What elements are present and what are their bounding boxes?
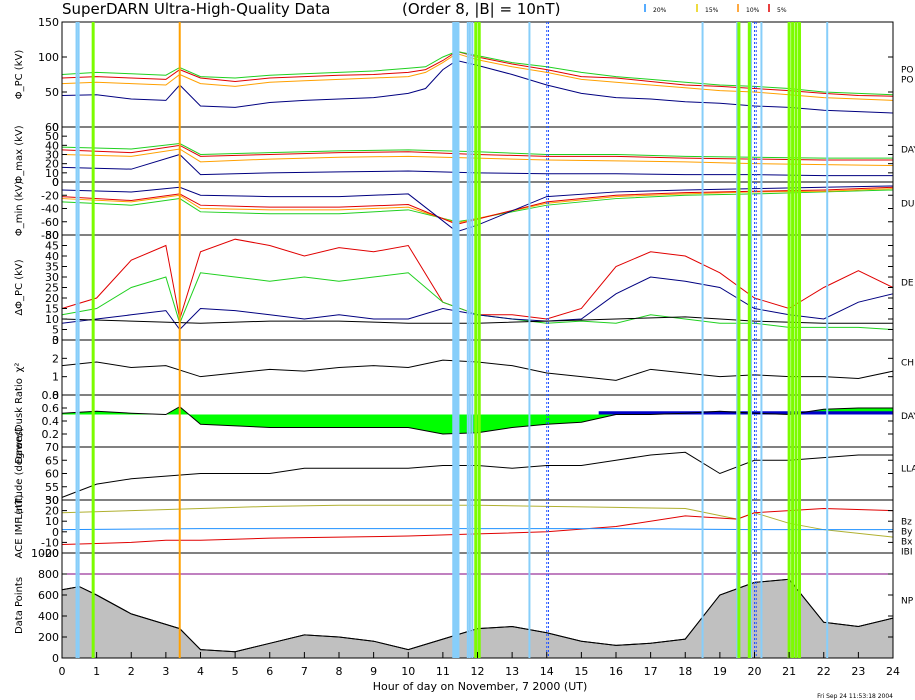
y-axis-label: Φ_max (kV)	[14, 125, 25, 183]
y-tick-label: 0.2	[42, 428, 60, 441]
y-tick-label: 150	[38, 16, 59, 29]
right-label: LLA	[901, 465, 915, 475]
x-tick-label: 20	[748, 665, 762, 678]
x-tick-label: 22	[817, 665, 831, 678]
x-tick-label: 16	[609, 665, 623, 678]
y-axis-label: Φ_min (kV)	[14, 181, 25, 236]
y-tick-label: -60	[41, 216, 59, 229]
timestamp: Fri Sep 24 11:53:18 2004	[817, 693, 893, 700]
right-label: DU	[901, 200, 915, 210]
y-axis-label: ΔΦ_PC (kV)	[14, 259, 25, 315]
y-tick-label: 60	[45, 468, 59, 481]
y-tick-label: 0.6	[42, 402, 60, 415]
y-tick-label: -40	[41, 203, 59, 216]
right-label: By	[901, 528, 913, 538]
x-tick-label: 11	[436, 665, 450, 678]
y-tick-label: 0.8	[42, 389, 60, 402]
x-tick-label: 8	[336, 665, 343, 678]
right-label: PO	[901, 76, 914, 86]
right-label: DE	[901, 279, 914, 289]
x-tick-label: 6	[266, 665, 273, 678]
y-tick-label: 0	[52, 176, 59, 189]
right-label: DAY	[901, 146, 915, 156]
y-tick-label: 0	[52, 652, 59, 665]
y-tick-label: 600	[38, 589, 59, 602]
y-axis-label: χ²	[14, 363, 25, 373]
x-tick-label: 18	[678, 665, 692, 678]
x-tick-label: 9	[370, 665, 377, 678]
x-tick-label: 24	[886, 665, 900, 678]
y-tick-label: 65	[45, 454, 59, 467]
y-axis-label: Data Points	[14, 577, 25, 634]
x-tick-label: 7	[301, 665, 308, 678]
x-tick-label: 19	[713, 665, 727, 678]
right-label: NP	[901, 597, 914, 607]
y-tick-label: 2	[52, 352, 59, 365]
y-tick-label: 400	[38, 610, 59, 623]
legend-label: 10%	[746, 7, 760, 14]
y-tick-label: 50	[45, 229, 59, 242]
y-axis-label: Φ_PC (kV)	[14, 50, 25, 100]
y-tick-label: 50	[45, 86, 59, 99]
x-tick-label: 10	[401, 665, 415, 678]
right-label: PO	[901, 66, 914, 76]
right-label: Bx	[901, 538, 913, 548]
y-tick-label: 200	[38, 631, 59, 644]
y-axis-label: ACE IMF (nT)	[14, 494, 25, 558]
x-axis-label: Hour of day on November, 7 2000 (UT)	[373, 680, 588, 693]
x-tick-label: 23	[851, 665, 865, 678]
legend-label: 5%	[777, 7, 787, 14]
x-tick-label: 13	[505, 665, 519, 678]
x-tick-label: 0	[59, 665, 66, 678]
y-tick-label: -20	[41, 189, 59, 202]
x-tick-label: 15	[574, 665, 588, 678]
chart-title: SuperDARN Ultra-High-Quality Data	[62, 0, 330, 18]
y-tick-label: 60	[45, 121, 59, 134]
legend-label: 20%	[653, 7, 667, 14]
y-tick-label: 1000	[31, 547, 59, 560]
x-tick-label: 12	[471, 665, 485, 678]
y-tick-label: 800	[38, 568, 59, 581]
x-tick-label: 3	[162, 665, 169, 678]
x-tick-label: 2	[128, 665, 135, 678]
y-tick-label: 3	[52, 334, 59, 347]
y-tick-label: 55	[45, 481, 59, 494]
x-tick-label: 5	[232, 665, 239, 678]
y-tick-label: 30	[45, 494, 59, 507]
y-tick-label: 70	[45, 441, 59, 454]
chart-subtitle: (Order 8, |B| = 10nT)	[402, 0, 560, 18]
right-label: IBI	[901, 548, 912, 558]
legend-label: 15%	[705, 7, 719, 14]
x-tick-label: 21	[782, 665, 796, 678]
x-tick-label: 14	[540, 665, 554, 678]
x-tick-label: 4	[197, 665, 204, 678]
y-tick-label: 1	[52, 371, 59, 384]
y-tick-label: 100	[38, 51, 59, 64]
right-label: Bz	[901, 518, 912, 528]
right-label: DAY	[901, 412, 915, 422]
right-label: CH	[901, 359, 914, 369]
x-tick-label: 17	[644, 665, 658, 678]
superdarn-figure: SuperDARN Ultra-High-Quality Data (Order…	[0, 0, 915, 700]
y-tick-label: 0.4	[42, 415, 60, 428]
x-tick-label: 1	[93, 665, 100, 678]
